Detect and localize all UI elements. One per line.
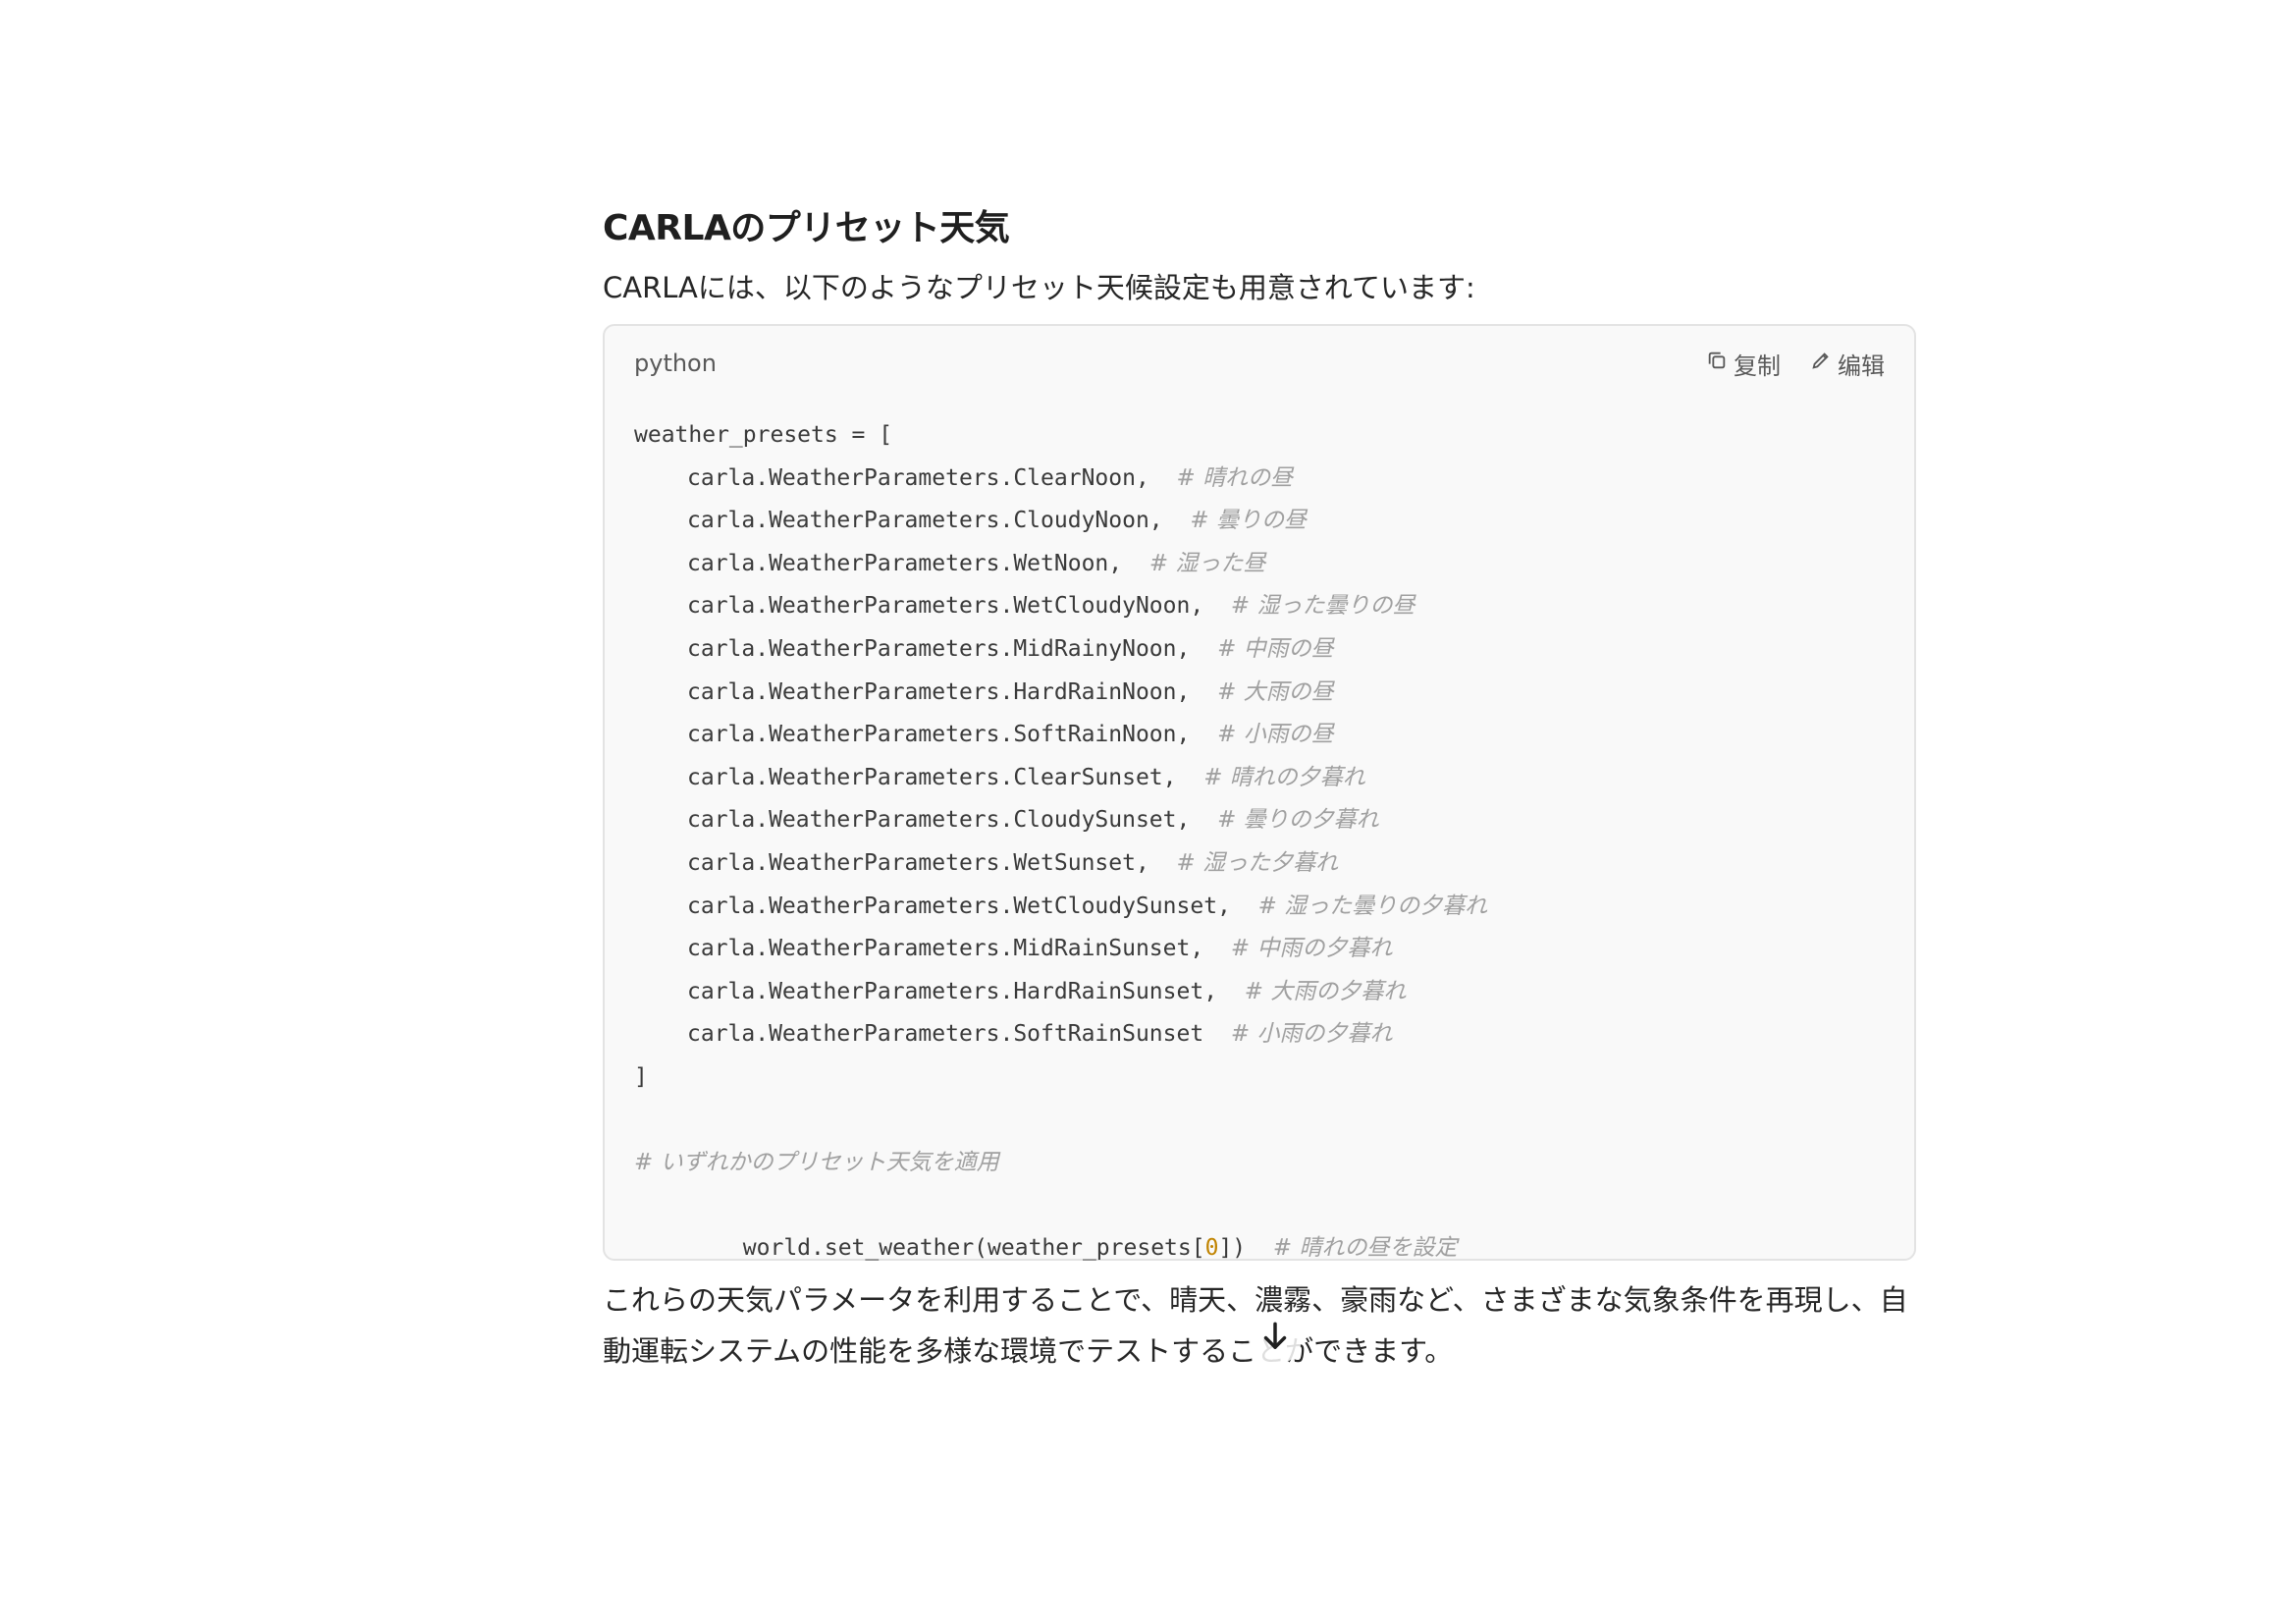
code-line: carla.WeatherParameters.SoftRainSunset #… <box>634 1013 1885 1056</box>
code-comment: # 小雨の夕暮れ <box>1230 1021 1393 1048</box>
code-comment: # 大雨の昼 <box>1217 678 1334 705</box>
code-line: carla.WeatherParameters.ClearNoon, # 晴れの… <box>634 458 1885 501</box>
code-text: world.set_weather(weather_presets[ <box>742 1235 1205 1262</box>
code-comment: # 湿った曇りの夕暮れ <box>1257 893 1488 919</box>
code-line: carla.WeatherParameters.WetCloudySunset,… <box>634 886 1885 929</box>
code-line: carla.WeatherParameters.SoftRainNoon, # … <box>634 714 1885 757</box>
code-text: ]) <box>1218 1235 1247 1262</box>
code-text: carla.WeatherParameters.ClearNoon, <box>687 464 1149 491</box>
code-block: python 复制 编辑 weather_presets = [carla.W… <box>603 324 1916 1261</box>
code-block-header: python 复制 编辑 <box>634 344 1885 383</box>
message-content: CARLAのプリセット天気 CARLAには、以下のようなプリセット天候設定も用意… <box>603 204 1918 1377</box>
code-comment: # 晴れの昼を設定 <box>1272 1235 1458 1262</box>
code-comment: # いずれかのプリセット天気を適用 <box>634 1150 999 1176</box>
code-line: carla.WeatherParameters.CloudySunset, # … <box>634 799 1885 842</box>
code-text: carla.WeatherParameters.SoftRainNoon, <box>687 722 1191 748</box>
code-text: ] <box>634 1063 648 1090</box>
code-text: carla.WeatherParameters.HardRainNoon, <box>687 678 1191 705</box>
copy-button[interactable]: 复制 <box>1706 347 1781 381</box>
arrow-down-icon <box>1256 1318 1294 1359</box>
code-line: carla.WeatherParameters.HardRainNoon, # … <box>634 672 1885 715</box>
code-text: carla.WeatherParameters.WetCloudyNoon, <box>687 593 1204 620</box>
code-line: carla.WeatherParameters.WetNoon, # 湿った昼 <box>634 543 1885 586</box>
code-comment: # 湿った夕暮れ <box>1176 849 1339 876</box>
code-text: carla.WeatherParameters.MidRainyNoon, <box>687 635 1191 662</box>
scroll-down-button[interactable] <box>1249 1312 1302 1365</box>
code-comment: # 曇りの昼 <box>1190 508 1307 534</box>
code-text: carla.WeatherParameters.WetCloudySunset, <box>687 893 1231 919</box>
code-text: carla.WeatherParameters.WetSunset, <box>687 849 1149 876</box>
edit-icon <box>1810 350 1832 377</box>
code-line: weather_presets = [ <box>634 414 1885 458</box>
code-text: carla.WeatherParameters.MidRainSunset, <box>687 936 1204 962</box>
code-number: 0 <box>1204 1235 1219 1262</box>
code-line: carla.WeatherParameters.MidRainyNoon, # … <box>634 628 1885 672</box>
code-line: carla.WeatherParameters.WetSunset, # 湿った… <box>634 842 1885 886</box>
code-comment: # 中雨の夕暮れ <box>1230 936 1393 962</box>
code-line: ] <box>634 1056 1885 1100</box>
copy-label: 复制 <box>1734 352 1781 380</box>
code-comment: # 晴れの夕暮れ <box>1203 764 1365 790</box>
code-comment: # 小雨の昼 <box>1217 722 1334 748</box>
code-line: carla.WeatherParameters.ClearSunset, # 晴… <box>634 757 1885 800</box>
code-comment: # 晴れの昼 <box>1176 464 1294 491</box>
code-text: carla.WeatherParameters.SoftRainSunset <box>687 1021 1204 1048</box>
intro-paragraph: CARLAには、以下のようなプリセット天候設定も用意されています: <box>603 271 1475 304</box>
code-text: carla.WeatherParameters.ClearSunset, <box>687 764 1177 790</box>
code-text: carla.WeatherParameters.HardRainSunset, <box>687 978 1218 1004</box>
code-language-label: python <box>634 350 717 377</box>
code-line: world.set_weather(weather_presets[0]) # … <box>634 1185 1885 1261</box>
code-line: carla.WeatherParameters.HardRainSunset, … <box>634 971 1885 1014</box>
code-text: weather_presets = [ <box>634 422 893 448</box>
code-text: carla.WeatherParameters.CloudySunset, <box>687 807 1191 834</box>
copy-icon <box>1706 350 1728 377</box>
code-comment: # 中雨の昼 <box>1217 635 1334 662</box>
code-line: carla.WeatherParameters.MidRainSunset, #… <box>634 928 1885 971</box>
code-line: carla.WeatherParameters.CloudyNoon, # 曇り… <box>634 500 1885 543</box>
code-comment: # 大雨の夕暮れ <box>1244 978 1407 1004</box>
code-text: carla.WeatherParameters.WetNoon, <box>687 550 1123 576</box>
code-comment: # 曇りの夕暮れ <box>1217 807 1379 834</box>
code-body: weather_presets = [ carla.WeatherParamete… <box>634 414 1885 1261</box>
edit-label: 编辑 <box>1838 352 1885 380</box>
code-text: carla.WeatherParameters.CloudyNoon, <box>687 508 1163 534</box>
code-comment: # 湿った曇りの昼 <box>1230 593 1415 620</box>
section-heading: CARLAのプリセット天気 <box>603 208 1010 248</box>
code-comment: # 湿った昼 <box>1148 550 1266 576</box>
code-line: # いずれかのプリセット天気を適用 <box>634 1142 1885 1185</box>
code-actions: 复制 编辑 <box>1706 347 1885 381</box>
code-line: carla.WeatherParameters.WetCloudyNoon, #… <box>634 585 1885 628</box>
edit-button[interactable]: 编辑 <box>1810 347 1885 381</box>
